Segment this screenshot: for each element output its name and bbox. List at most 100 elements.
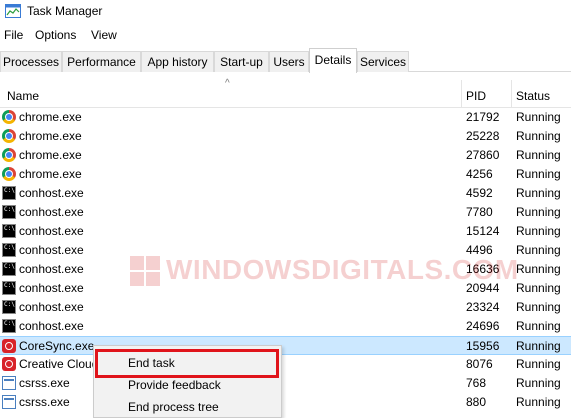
- menu-item-end-process-tree[interactable]: End process tree: [94, 396, 281, 418]
- process-status: Running: [516, 205, 561, 219]
- tab-start-up[interactable]: Start-up: [214, 51, 269, 72]
- title-bar: Task Manager: [0, 0, 571, 24]
- tab-performance[interactable]: Performance: [62, 51, 141, 72]
- process-name: conhost.exe: [19, 300, 84, 314]
- table-row[interactable]: conhost.exe 4592 Running: [0, 184, 571, 203]
- menu-view[interactable]: View: [91, 28, 117, 42]
- system-process-icon: [2, 376, 16, 390]
- tab-app-history[interactable]: App history: [141, 51, 214, 72]
- console-icon: [2, 262, 16, 276]
- table-row[interactable]: Creative Cloud 8076 Running: [0, 355, 571, 374]
- column-divider[interactable]: [511, 80, 512, 108]
- column-name[interactable]: Name: [7, 89, 39, 103]
- process-pid: 27860: [466, 148, 500, 162]
- menu-bar: File Options View: [0, 26, 571, 46]
- process-name: conhost.exe: [19, 186, 84, 200]
- process-pid: 4496: [466, 243, 493, 257]
- column-header: ^ Name PID Status: [0, 78, 571, 108]
- table-row[interactable]: chrome.exe 25228 Running: [0, 127, 571, 146]
- process-name: conhost.exe: [19, 262, 84, 276]
- process-pid: 24696: [466, 319, 500, 333]
- process-pid: 4256: [466, 167, 493, 181]
- process-status: Running: [516, 376, 561, 390]
- process-pid: 21792: [466, 110, 500, 124]
- process-status: Running: [516, 186, 561, 200]
- menu-item-label: End process tree: [128, 400, 219, 414]
- system-process-icon: [2, 395, 16, 409]
- menu-file[interactable]: File: [4, 28, 23, 42]
- process-pid: 16636: [466, 262, 500, 276]
- table-row[interactable]: conhost.exe 16636 Running: [0, 260, 571, 279]
- process-pid: 23324: [466, 300, 500, 314]
- process-status: Running: [516, 357, 561, 371]
- tab-users[interactable]: Users: [269, 51, 309, 72]
- table-row[interactable]: conhost.exe 20944 Running: [0, 279, 571, 298]
- process-status: Running: [516, 110, 561, 124]
- process-name: conhost.exe: [19, 281, 84, 295]
- process-status: Running: [516, 224, 561, 238]
- process-pid: 4592: [466, 186, 493, 200]
- tab-processes[interactable]: Processes: [0, 51, 62, 72]
- table-row[interactable]: conhost.exe 15124 Running: [0, 222, 571, 241]
- process-status: Running: [516, 129, 561, 143]
- process-status: Running: [516, 262, 561, 276]
- process-status: Running: [516, 243, 561, 257]
- console-icon: [2, 224, 16, 238]
- process-name: chrome.exe: [19, 167, 82, 181]
- process-pid: 20944: [466, 281, 500, 295]
- tab-details[interactable]: Details: [309, 48, 357, 73]
- highlight-box: [95, 349, 279, 378]
- process-name: chrome.exe: [19, 148, 82, 162]
- table-row[interactable]: conhost.exe 4496 Running: [0, 241, 571, 260]
- process-pid: 7780: [466, 205, 493, 219]
- process-pid: 880: [466, 395, 487, 409]
- task-manager-icon: [5, 4, 21, 18]
- column-divider[interactable]: [461, 80, 462, 108]
- adobe-icon: [2, 339, 16, 353]
- table-row[interactable]: conhost.exe 23324 Running: [0, 298, 571, 317]
- process-name: Creative Cloud: [19, 357, 99, 371]
- table-row[interactable]: chrome.exe 27860 Running: [0, 146, 571, 165]
- chrome-icon: [2, 110, 16, 124]
- process-name: csrss.exe: [19, 376, 70, 390]
- process-pid: 15124: [466, 224, 500, 238]
- process-pid: 15956: [466, 339, 500, 353]
- process-name: conhost.exe: [19, 205, 84, 219]
- console-icon: [2, 186, 16, 200]
- column-pid[interactable]: PID: [466, 89, 486, 103]
- tab-services[interactable]: Services: [357, 51, 409, 72]
- process-pid: 8076: [466, 357, 493, 371]
- table-row[interactable]: chrome.exe 4256 Running: [0, 165, 571, 184]
- process-status: Running: [516, 281, 561, 295]
- table-row[interactable]: CoreSync.exe 15956 Running: [0, 336, 571, 355]
- table-row[interactable]: csrss.exe 768 Running: [0, 374, 571, 393]
- menu-options[interactable]: Options: [35, 28, 76, 42]
- chrome-icon: [2, 148, 16, 162]
- console-icon: [2, 281, 16, 295]
- process-status: Running: [516, 395, 561, 409]
- process-name: CoreSync.exe: [19, 339, 95, 353]
- chrome-icon: [2, 129, 16, 143]
- console-icon: [2, 300, 16, 314]
- table-row[interactable]: csrss.exe 880 Running: [0, 393, 571, 412]
- sort-ascending-icon: ^: [225, 78, 230, 89]
- process-name: csrss.exe: [19, 395, 70, 409]
- process-status: Running: [516, 148, 561, 162]
- console-icon: [2, 243, 16, 257]
- tab-strip: Processes Performance App history Start-…: [0, 48, 571, 73]
- process-status: Running: [516, 319, 561, 333]
- menu-item-label: Provide feedback: [128, 378, 221, 392]
- table-row[interactable]: chrome.exe 21792 Running: [0, 108, 571, 127]
- table-row[interactable]: conhost.exe 24696 Running: [0, 317, 571, 336]
- process-status: Running: [516, 300, 561, 314]
- console-icon: [2, 205, 16, 219]
- window-title: Task Manager: [27, 4, 103, 18]
- adobe-icon: [2, 357, 16, 371]
- table-row[interactable]: conhost.exe 7780 Running: [0, 203, 571, 222]
- process-name: conhost.exe: [19, 319, 84, 333]
- chrome-icon: [2, 167, 16, 181]
- process-status: Running: [516, 339, 561, 353]
- column-status[interactable]: Status: [516, 89, 550, 103]
- process-name: chrome.exe: [19, 110, 82, 124]
- console-icon: [2, 319, 16, 333]
